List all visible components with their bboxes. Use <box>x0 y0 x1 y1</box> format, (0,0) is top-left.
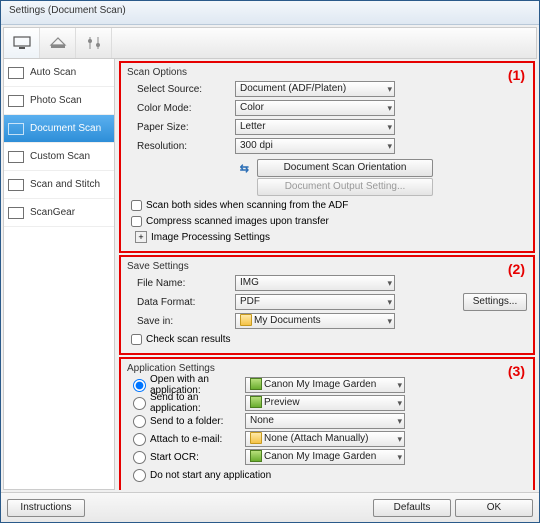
app-icon <box>250 378 262 390</box>
callout-1: (1) <box>508 67 525 83</box>
defaults-button[interactable]: Defaults <box>373 499 451 517</box>
orientation-icon: ⇆ <box>240 163 249 175</box>
start-ocr-combo[interactable]: Canon My Image Garden <box>245 449 405 465</box>
sidebar-item-scan-and-stitch[interactable]: Scan and Stitch <box>4 171 114 199</box>
window-title: Settings (Document Scan) <box>9 5 126 16</box>
sidebar-item-custom-scan[interactable]: Custom Scan <box>4 143 114 171</box>
section-save-settings: Save Settings (2) File Name: IMG Data Fo… <box>119 255 535 355</box>
data-format-label: Data Format: <box>127 297 235 308</box>
monitor-icon <box>12 35 32 51</box>
page-icon <box>8 179 24 191</box>
ok-button[interactable]: OK <box>455 499 533 517</box>
application-settings-title: Application Settings <box>127 363 527 374</box>
data-format-settings-button[interactable]: Settings... <box>463 293 527 311</box>
instructions-button[interactable]: Instructions <box>7 499 85 517</box>
app-icon <box>250 450 262 462</box>
resolution-combo[interactable]: 300 dpi <box>235 138 395 154</box>
scanner-icon <box>48 35 68 51</box>
open-with-application-combo[interactable]: Canon My Image Garden <box>245 377 405 393</box>
top-toolbar <box>3 27 537 59</box>
file-name-label: File Name: <box>127 278 235 289</box>
select-source-combo[interactable]: Document (ADF/Platen) <box>235 81 395 97</box>
plus-icon: + <box>135 231 147 243</box>
body-split: Auto Scan Photo Scan Document Scan Custo… <box>3 59 537 490</box>
main-panel: Scan Options (1) Select Source: Document… <box>115 59 537 490</box>
select-source-label: Select Source: <box>127 84 235 95</box>
inner-area: Auto Scan Photo Scan Document Scan Custo… <box>1 25 539 492</box>
app-icon <box>250 396 262 408</box>
toolbar-tab-computer[interactable] <box>4 28 40 58</box>
sidebar: Auto Scan Photo Scan Document Scan Custo… <box>3 59 115 490</box>
settings-window: Settings (Document Scan) Auto Scan Photo… <box>0 0 540 523</box>
data-format-combo[interactable]: PDF <box>235 294 395 310</box>
do-not-start-radio[interactable]: Do not start any application <box>127 466 527 484</box>
sidebar-item-scangear[interactable]: ScanGear <box>4 199 114 227</box>
toolbar-tab-preferences[interactable] <box>76 28 112 58</box>
start-ocr-radio[interactable]: Start OCR: Canon My Image Garden <box>127 448 527 466</box>
page-icon <box>8 95 24 107</box>
sidebar-item-document-scan[interactable]: Document Scan <box>4 115 114 143</box>
sliders-icon <box>84 35 104 51</box>
folder-icon <box>250 432 262 444</box>
save-in-combo[interactable]: My Documents <box>235 313 395 329</box>
toolbar-tab-scanner[interactable] <box>40 28 76 58</box>
page-icon <box>8 123 24 135</box>
save-in-label: Save in: <box>127 316 235 327</box>
page-icon <box>8 151 24 163</box>
check-scan-results-checkbox[interactable]: Check scan results <box>127 331 527 347</box>
save-settings-title: Save Settings <box>127 261 527 272</box>
resolution-label: Resolution: <box>127 141 235 152</box>
attach-to-email-combo[interactable]: None (Attach Manually) <box>245 431 405 447</box>
scan-options-title: Scan Options <box>127 67 527 78</box>
folder-icon <box>240 314 252 326</box>
page-icon <box>8 207 24 219</box>
sidebar-item-photo-scan[interactable]: Photo Scan <box>4 87 114 115</box>
send-to-folder-combo[interactable]: None <box>245 413 405 429</box>
file-name-combo[interactable]: IMG <box>235 275 395 291</box>
compress-checkbox[interactable]: Compress scanned images upon transfer <box>127 213 527 229</box>
section-application-settings: Application Settings (3) Open with an ap… <box>119 357 535 490</box>
send-to-application-radio[interactable]: Send to an application: Preview <box>127 394 527 412</box>
paper-size-label: Paper Size: <box>127 122 235 133</box>
titlebar: Settings (Document Scan) <box>1 1 539 25</box>
color-mode-combo[interactable]: Color <box>235 100 395 116</box>
callout-3: (3) <box>508 363 525 379</box>
sidebar-item-auto-scan[interactable]: Auto Scan <box>4 59 114 87</box>
paper-size-combo[interactable]: Letter <box>235 119 395 135</box>
footer: Instructions Defaults OK <box>1 492 539 522</box>
output-setting-button: Document Output Setting... <box>257 178 433 196</box>
page-icon <box>8 67 24 79</box>
attach-to-email-radio[interactable]: Attach to e-mail: None (Attach Manually) <box>127 430 527 448</box>
send-to-application-combo[interactable]: Preview <box>245 395 405 411</box>
section-scan-options: Scan Options (1) Select Source: Document… <box>119 61 535 253</box>
scan-both-sides-checkbox[interactable]: Scan both sides when scanning from the A… <box>127 197 527 213</box>
send-to-folder-radio[interactable]: Send to a folder: None <box>127 412 527 430</box>
orientation-settings-button[interactable]: Document Scan Orientation Settings... <box>257 159 433 177</box>
image-processing-expand[interactable]: +Image Processing Settings <box>127 229 527 245</box>
callout-2: (2) <box>508 261 525 277</box>
color-mode-label: Color Mode: <box>127 103 235 114</box>
